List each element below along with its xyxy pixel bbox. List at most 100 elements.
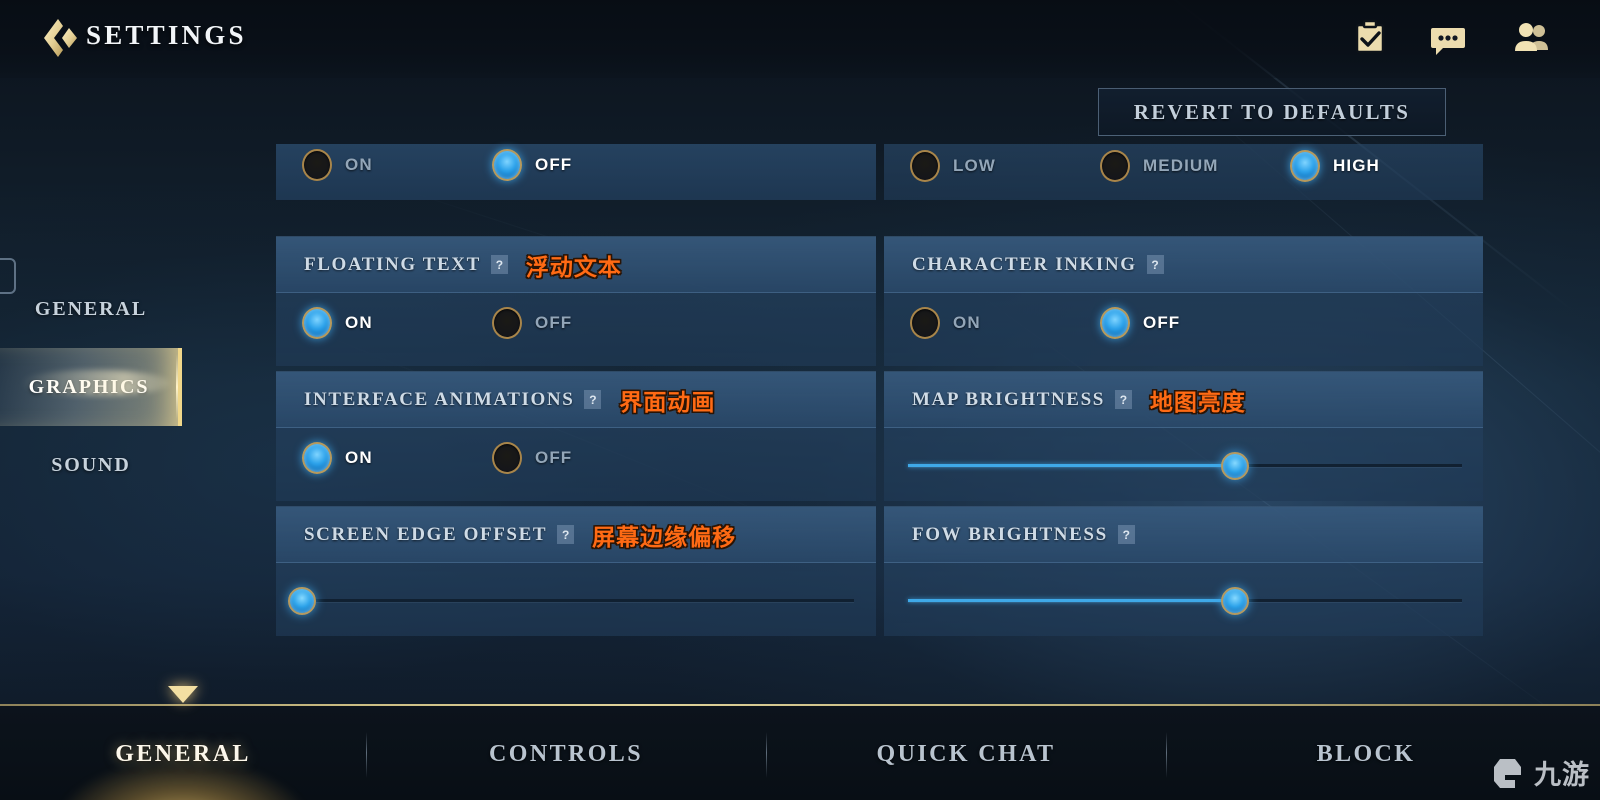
- help-icon[interactable]: ?: [1146, 255, 1164, 274]
- radio-label: MEDIUM: [1143, 156, 1219, 175]
- back-chevron-icon[interactable]: [36, 14, 82, 62]
- revert-to-defaults-button[interactable]: REVERT TO DEFAULTS: [1098, 88, 1446, 136]
- setting-title: SCREEN EDGE OFFSET: [304, 523, 548, 545]
- panel-header: INTERFACE ANIMATIONS ? 界面动画: [276, 372, 876, 428]
- slider-knob[interactable]: [1220, 587, 1249, 615]
- screen-edge-offset-slider[interactable]: [288, 587, 854, 615]
- tab-label: CONTROLS: [489, 740, 643, 767]
- radio-option-on[interactable]: ON: [302, 149, 373, 181]
- radio-option-low[interactable]: LOW: [910, 150, 996, 182]
- setting-title: FLOATING TEXT: [304, 253, 481, 275]
- radio-dot: [1100, 150, 1130, 182]
- watermark-text: 九游: [1534, 760, 1590, 791]
- friends-icon[interactable]: [1510, 16, 1554, 60]
- radio-label: ON: [345, 313, 373, 332]
- radio-label: ON: [345, 448, 373, 467]
- radio-option-off[interactable]: OFF: [492, 307, 572, 339]
- panel-header: CHARACTER INKING ?: [884, 237, 1483, 293]
- radio-dot: [1290, 150, 1320, 182]
- annotation-text: 浮动文本: [525, 254, 622, 281]
- help-icon[interactable]: ?: [1114, 390, 1132, 409]
- radio-option-high[interactable]: HIGH: [1290, 150, 1380, 182]
- bottom-tab-bar: GENERAL CONTROLS QUICK CHAT BLOCK: [0, 686, 1600, 800]
- radio-option-off[interactable]: OFF: [492, 442, 572, 474]
- sidebar-item-label: GRAPHICS: [28, 375, 150, 398]
- radio-label: OFF: [535, 448, 573, 467]
- radio-label: ON: [953, 313, 981, 332]
- slider-knob[interactable]: [288, 587, 316, 615]
- tab-label: GENERAL: [115, 740, 251, 767]
- missions-clipboard-icon[interactable]: [1348, 16, 1392, 60]
- radio-option-off[interactable]: OFF: [492, 149, 572, 181]
- slider-knob[interactable]: [1220, 452, 1249, 480]
- radio-label: ON: [345, 155, 373, 174]
- sidebar-item-label: SOUND: [51, 453, 131, 476]
- setting-title: FOW BRIGHTNESS: [912, 523, 1108, 545]
- panel-header: SCREEN EDGE OFFSET ? 屏幕边缘偏移: [276, 507, 876, 563]
- radio-label: LOW: [953, 156, 996, 175]
- setting-title: MAP BRIGHTNESS: [912, 388, 1105, 410]
- sidebar-item-graphics[interactable]: GRAPHICS: [0, 348, 182, 426]
- radio-option-medium[interactable]: MEDIUM: [1100, 150, 1219, 182]
- radio-option-on[interactable]: ON: [910, 307, 981, 339]
- tab-controls[interactable]: CONTROLS: [366, 706, 766, 800]
- setting-fow-brightness: FOW BRIGHTNESS ?: [884, 506, 1483, 636]
- help-icon[interactable]: ?: [1117, 525, 1135, 544]
- setting-title: CHARACTER INKING: [912, 253, 1137, 275]
- revert-to-defaults-label: REVERT TO DEFAULTS: [1133, 99, 1411, 124]
- slider-fill: [908, 599, 1235, 602]
- map-brightness-slider[interactable]: [908, 452, 1462, 480]
- fow-brightness-slider[interactable]: [908, 587, 1462, 615]
- radio-label: OFF: [535, 155, 573, 174]
- radio-dot: [302, 442, 332, 474]
- slider-track: [302, 599, 854, 602]
- setting-floating-text: FLOATING TEXT ? 浮动文本 ON OFF: [276, 236, 876, 366]
- radio-dot: [492, 149, 522, 181]
- tab-label: BLOCK: [1316, 740, 1416, 767]
- radio-dot: [910, 150, 940, 182]
- panel-header: MAP BRIGHTNESS ? 地图亮度: [884, 372, 1483, 428]
- radio-dot: [492, 307, 522, 339]
- setting-panel-top-left: ON OFF: [276, 144, 876, 200]
- panel-body: ON OFF: [276, 293, 876, 367]
- slider-fill: [908, 464, 1235, 467]
- page-title: SETTINGS: [86, 20, 247, 50]
- tab-general[interactable]: GENERAL: [0, 686, 366, 800]
- panel-body: ON OFF: [276, 428, 876, 502]
- panel-body: [884, 563, 1483, 637]
- watermark-logo-icon: [1494, 758, 1521, 788]
- radio-label: OFF: [1143, 313, 1181, 332]
- tab-quick-chat[interactable]: QUICK CHAT: [766, 706, 1166, 800]
- panel-body: ON OFF: [884, 293, 1483, 367]
- help-icon[interactable]: ?: [490, 255, 508, 274]
- panel-header: FLOATING TEXT ? 浮动文本: [276, 237, 876, 293]
- panel-body: [884, 428, 1483, 502]
- radio-option-off[interactable]: OFF: [1100, 307, 1180, 339]
- radio-label: HIGH: [1333, 156, 1380, 175]
- radio-option-on[interactable]: ON: [302, 307, 373, 339]
- tab-label: QUICK CHAT: [876, 740, 1056, 767]
- sidebar-item-general[interactable]: GENERAL: [0, 270, 182, 348]
- panel-header: FOW BRIGHTNESS ?: [884, 507, 1483, 563]
- setting-title: INTERFACE ANIMATIONS: [304, 388, 575, 410]
- setting-interface-animations: INTERFACE ANIMATIONS ? 界面动画 ON OFF: [276, 371, 876, 501]
- setting-map-brightness: MAP BRIGHTNESS ? 地图亮度: [884, 371, 1483, 501]
- chat-bubble-icon[interactable]: [1426, 16, 1470, 60]
- setting-panel-top-right: LOW MEDIUM HIGH: [884, 144, 1483, 200]
- watermark: 九游: [1491, 753, 1590, 792]
- annotation-text: 屏幕边缘偏移: [592, 524, 737, 551]
- radio-dot: [492, 442, 522, 474]
- radio-dot: [302, 307, 332, 339]
- settings-category-nav: GENERAL GRAPHICS SOUND: [0, 270, 182, 504]
- radio-option-on[interactable]: ON: [302, 442, 373, 474]
- help-icon[interactable]: ?: [557, 525, 575, 544]
- settings-screen: SETTINGS REVERT TO DEFAULTS GENERAL GRAP…: [0, 0, 1600, 800]
- help-icon[interactable]: ?: [584, 390, 602, 409]
- sidebar-item-label: GENERAL: [34, 297, 148, 320]
- setting-character-inking: CHARACTER INKING ? ON OFF: [884, 236, 1483, 366]
- annotation-text: 地图亮度: [1149, 389, 1246, 416]
- sidebar-item-sound[interactable]: SOUND: [0, 426, 182, 504]
- setting-screen-edge-offset: SCREEN EDGE OFFSET ? 屏幕边缘偏移: [276, 506, 876, 636]
- radio-dot: [1100, 307, 1130, 339]
- radio-label: OFF: [535, 313, 573, 332]
